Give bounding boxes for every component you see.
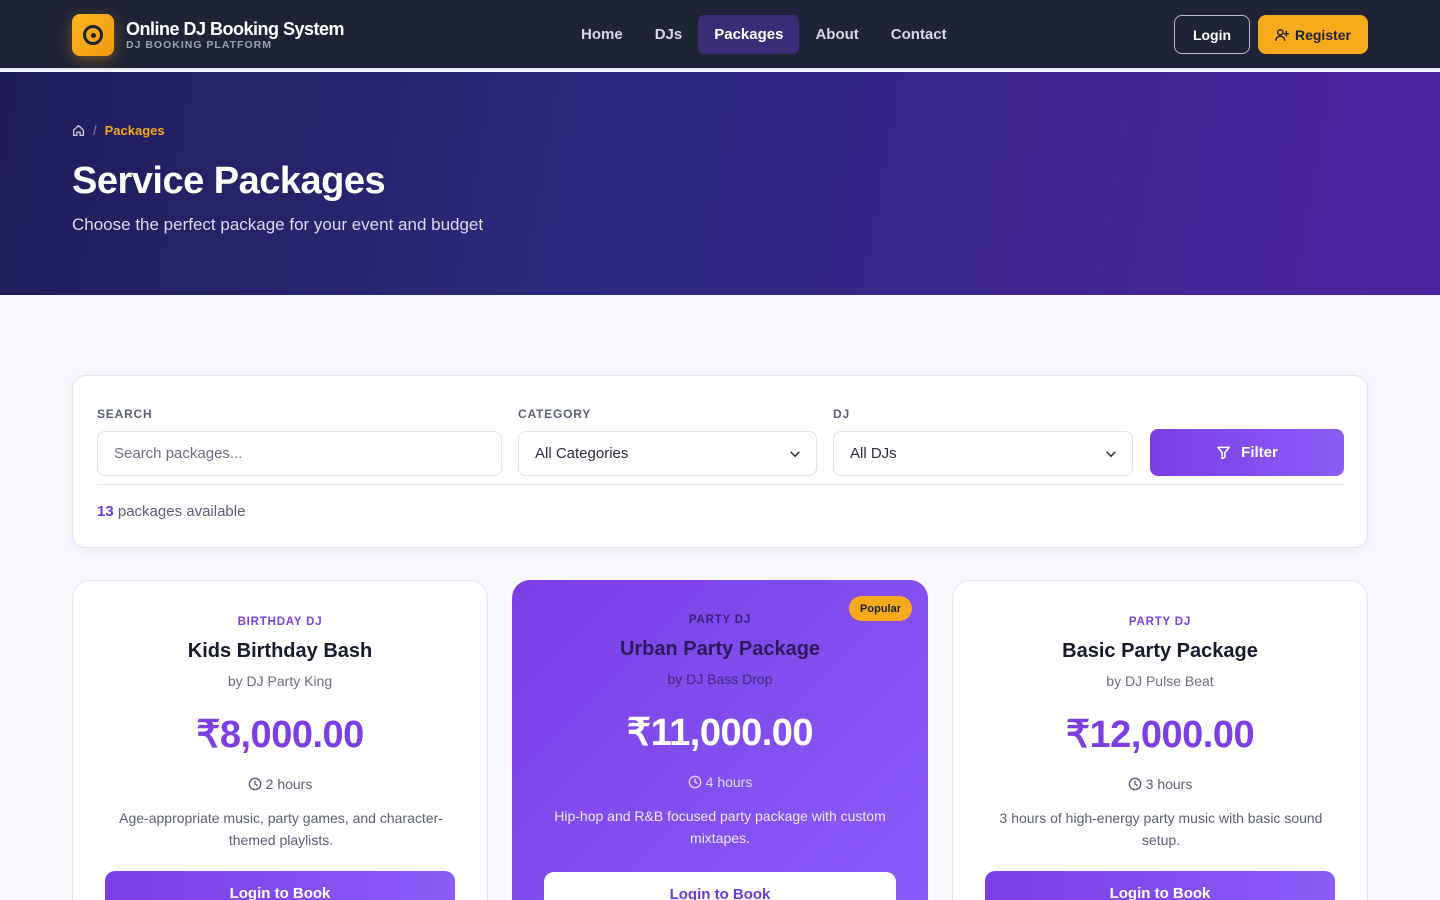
category-label: CATEGORY bbox=[518, 407, 592, 421]
package-category: PARTY DJ bbox=[688, 614, 752, 626]
brand-title: Online DJ Booking System bbox=[126, 19, 345, 39]
breadcrumb-separator: / bbox=[93, 123, 97, 138]
package-dj: by DJ Bass Drop bbox=[667, 671, 773, 687]
package-dj: by DJ Party King bbox=[227, 673, 333, 689]
nav-link-about[interactable]: About bbox=[799, 15, 874, 54]
page-hero: / Packages Service Packages Choose the p… bbox=[0, 72, 1440, 295]
dj-label: DJ bbox=[833, 407, 850, 421]
brand-subtitle: DJ BOOKING PLATFORM bbox=[126, 39, 272, 51]
package-dj: by DJ Pulse Beat bbox=[1106, 673, 1214, 689]
login-to-book-button[interactable]: Login to Book bbox=[985, 871, 1335, 900]
package-price: ₹8,000.00 bbox=[196, 714, 364, 756]
login-button[interactable]: Login bbox=[1174, 15, 1250, 54]
home-icon[interactable] bbox=[72, 124, 85, 137]
chevron-down-icon bbox=[1106, 451, 1116, 457]
chevron-down-icon bbox=[790, 451, 800, 457]
nav-link-djs[interactable]: DJs bbox=[639, 15, 699, 54]
top-navbar: Online DJ Booking System DJ BOOKING PLAT… bbox=[0, 0, 1440, 70]
package-count-text: packages available bbox=[117, 503, 246, 520]
nav-link-home[interactable]: Home bbox=[565, 15, 639, 54]
brand[interactable]: Online DJ Booking System DJ BOOKING PLAT… bbox=[72, 14, 345, 56]
page-title: Service Packages bbox=[72, 160, 386, 202]
nav-link-packages[interactable]: Packages bbox=[698, 15, 800, 54]
login-to-book-button[interactable]: Login to Book bbox=[544, 872, 896, 900]
register-label: Register bbox=[1294, 26, 1352, 43]
package-duration-text: 2 hours bbox=[265, 776, 313, 792]
package-category: BIRTHDAY DJ bbox=[237, 616, 323, 628]
search-label: SEARCH bbox=[97, 407, 153, 421]
vinyl-disc-icon bbox=[72, 14, 114, 56]
clock-icon bbox=[1128, 777, 1141, 791]
user-plus-icon bbox=[1275, 28, 1289, 41]
nav-link-contact[interactable]: Contact bbox=[875, 15, 963, 54]
package-card-featured: Popular PARTY DJ Urban Party Package by … bbox=[512, 580, 928, 900]
funnel-icon bbox=[1217, 446, 1231, 460]
package-card: BIRTHDAY DJ Kids Birthday Bash by DJ Par… bbox=[72, 580, 488, 900]
package-duration-text: 4 hours bbox=[705, 774, 753, 790]
category-select-value: All Categories bbox=[535, 445, 629, 462]
register-button[interactable]: Register bbox=[1258, 15, 1368, 54]
package-duration: 4 hours bbox=[512, 774, 928, 790]
package-price: ₹12,000.00 bbox=[1065, 714, 1255, 756]
main-nav: Home DJs Packages About Contact bbox=[565, 15, 963, 54]
breadcrumb-current: Packages bbox=[104, 123, 165, 138]
filter-panel: SEARCH Search packages... CATEGORY All C… bbox=[72, 375, 1368, 548]
dj-select-value: All DJs bbox=[850, 445, 897, 462]
package-category: PARTY DJ bbox=[1128, 616, 1192, 628]
breadcrumb: / Packages bbox=[72, 123, 165, 138]
package-duration: 3 hours bbox=[953, 776, 1367, 792]
package-card: PARTY DJ Basic Party Package by DJ Pulse… bbox=[952, 580, 1368, 900]
search-input[interactable]: Search packages... bbox=[97, 431, 502, 476]
clock-icon bbox=[248, 777, 261, 791]
filter-button[interactable]: Filter bbox=[1150, 429, 1344, 476]
package-duration: 2 hours bbox=[73, 776, 487, 792]
package-description: Hip-hop and R&B focused party package wi… bbox=[554, 808, 886, 846]
package-description: Age-appropriate music, party games, and … bbox=[119, 810, 443, 848]
category-select[interactable]: All Categories bbox=[518, 431, 817, 476]
package-price: ₹11,000.00 bbox=[626, 712, 814, 754]
filter-button-label: Filter bbox=[1241, 444, 1278, 461]
login-to-book-button[interactable]: Login to Book bbox=[105, 871, 455, 900]
divider bbox=[97, 484, 1344, 485]
page-subtitle: Choose the perfect package for your even… bbox=[72, 215, 484, 234]
brand-text: Online DJ Booking System DJ BOOKING PLAT… bbox=[126, 19, 345, 51]
package-description: 3 hours of high-energy party music with … bbox=[999, 810, 1323, 848]
package-name: Urban Party Package bbox=[619, 638, 821, 660]
package-count-number: 13 bbox=[97, 503, 114, 520]
package-duration-text: 3 hours bbox=[1145, 776, 1193, 792]
package-count: 13 packages available bbox=[97, 503, 245, 520]
package-name: Kids Birthday Bash bbox=[187, 640, 373, 662]
package-name: Basic Party Package bbox=[1062, 640, 1258, 662]
clock-icon bbox=[688, 775, 701, 789]
dj-select[interactable]: All DJs bbox=[833, 431, 1133, 476]
